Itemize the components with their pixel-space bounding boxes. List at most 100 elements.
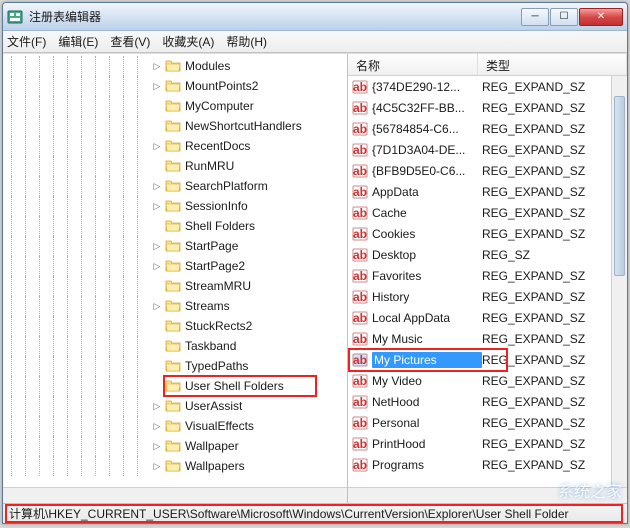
svg-text:ab: ab [353, 164, 367, 178]
value-type: REG_EXPAND_SZ [482, 416, 611, 430]
folder-icon [165, 459, 181, 473]
tree-item[interactable]: StreamMRU [11, 276, 347, 296]
values-list[interactable]: ab{374DE290-12...REG_EXPAND_SZab{4C5C32F… [348, 76, 611, 487]
menu-view[interactable]: 查看(V) [110, 33, 150, 50]
expand-icon[interactable]: ▷ [151, 300, 163, 312]
expand-icon[interactable]: ▷ [151, 260, 163, 272]
svg-text:ab: ab [353, 185, 367, 199]
value-row[interactable]: abPrintHoodREG_EXPAND_SZ [348, 433, 611, 454]
svg-text:ab: ab [353, 437, 367, 451]
menu-file[interactable]: 文件(F) [7, 33, 46, 50]
menu-help[interactable]: 帮助(H) [226, 33, 267, 50]
value-type: REG_EXPAND_SZ [482, 290, 611, 304]
expand-icon[interactable] [151, 360, 163, 372]
tree-item[interactable]: TypedPaths [11, 356, 347, 376]
value-row[interactable]: abFavoritesREG_EXPAND_SZ [348, 265, 611, 286]
status-path: 计算机\HKEY_CURRENT_USER\Software\Microsoft… [9, 505, 569, 522]
expand-icon[interactable] [151, 220, 163, 232]
value-row[interactable]: ab{56784854-C6...REG_EXPAND_SZ [348, 118, 611, 139]
tree-item[interactable]: Shell Folders [11, 216, 347, 236]
tree-item[interactable]: Taskband [11, 336, 347, 356]
expand-icon[interactable] [151, 380, 163, 392]
tree-item[interactable]: ▷VisualEffects [11, 416, 347, 436]
expand-icon[interactable]: ▷ [151, 60, 163, 72]
main-area: ▷Modules▷MountPoints2MyComputerNewShortc… [3, 53, 627, 503]
value-row[interactable]: abNetHoodREG_EXPAND_SZ [348, 391, 611, 412]
tree-item[interactable]: NewShortcutHandlers [11, 116, 347, 136]
registry-tree: ▷Modules▷MountPoints2MyComputerNewShortc… [3, 54, 347, 478]
expand-icon[interactable] [151, 100, 163, 112]
maximize-button[interactable]: ☐ [550, 8, 578, 26]
value-name: {374DE290-12... [372, 80, 482, 94]
value-row[interactable]: abCookiesREG_EXPAND_SZ [348, 223, 611, 244]
tree-item-label: StreamMRU [185, 279, 251, 293]
value-row[interactable]: ab{374DE290-12...REG_EXPAND_SZ [348, 76, 611, 97]
folder-icon [165, 279, 181, 293]
value-row[interactable]: abHistoryREG_EXPAND_SZ [348, 286, 611, 307]
tree-item[interactable]: ▷UserAssist [11, 396, 347, 416]
column-header-name[interactable]: 名称 [348, 54, 478, 75]
tree-item[interactable]: ▷SessionInfo [11, 196, 347, 216]
tree-item[interactable]: ▷Wallpaper [11, 436, 347, 456]
expand-icon[interactable]: ▷ [151, 240, 163, 252]
expand-icon[interactable]: ▷ [151, 180, 163, 192]
value-row[interactable]: abLocal AppDataREG_EXPAND_SZ [348, 307, 611, 328]
expand-icon[interactable] [151, 280, 163, 292]
tree-item-label: User Shell Folders [185, 379, 284, 393]
tree-item[interactable]: ▷StartPage2 [11, 256, 347, 276]
expand-icon[interactable] [151, 120, 163, 132]
value-name: Cookies [372, 227, 482, 241]
expand-icon[interactable] [151, 340, 163, 352]
value-type: REG_EXPAND_SZ [482, 143, 611, 157]
list-horizontal-scrollbar[interactable] [348, 487, 627, 503]
tree-item[interactable]: ▷StartPage [11, 236, 347, 256]
expand-icon[interactable]: ▷ [151, 200, 163, 212]
string-value-icon: ab [352, 457, 368, 473]
value-row[interactable]: abPersonalREG_EXPAND_SZ [348, 412, 611, 433]
value-type: REG_EXPAND_SZ [482, 269, 611, 283]
column-header-type[interactable]: 类型 [478, 54, 627, 75]
tree-item[interactable]: ▷Modules [11, 56, 347, 76]
tree-horizontal-scrollbar[interactable] [3, 487, 347, 503]
value-row[interactable]: ab{4C5C32FF-BB...REG_EXPAND_SZ [348, 97, 611, 118]
value-type: REG_EXPAND_SZ [482, 122, 611, 136]
expand-icon[interactable]: ▷ [151, 420, 163, 432]
tree-item[interactable]: ▷SearchPlatform [11, 176, 347, 196]
string-value-icon: ab [352, 415, 368, 431]
menu-favorites[interactable]: 收藏夹(A) [162, 33, 214, 50]
value-row[interactable]: abMy VideoREG_EXPAND_SZ [348, 370, 611, 391]
scrollbar-thumb[interactable] [614, 96, 625, 276]
expand-icon[interactable]: ▷ [151, 400, 163, 412]
expand-icon[interactable]: ▷ [151, 460, 163, 472]
value-row[interactable]: abProgramsREG_EXPAND_SZ [348, 454, 611, 475]
close-button[interactable]: ✕ [579, 8, 623, 26]
tree-item[interactable]: ▷MountPoints2 [11, 76, 347, 96]
titlebar[interactable]: 注册表编辑器 ─ ☐ ✕ [3, 3, 627, 31]
value-row[interactable]: abAppDataREG_EXPAND_SZ [348, 181, 611, 202]
minimize-button[interactable]: ─ [521, 8, 549, 26]
folder-icon [165, 399, 181, 413]
value-row[interactable]: abDesktopREG_SZ [348, 244, 611, 265]
list-vertical-scrollbar[interactable] [611, 76, 627, 487]
expand-icon[interactable]: ▷ [151, 80, 163, 92]
folder-icon [165, 359, 181, 373]
tree-item[interactable]: ▷Wallpapers [11, 456, 347, 476]
value-row[interactable]: ab{7D1D3A04-DE...REG_EXPAND_SZ [348, 139, 611, 160]
value-row[interactable]: abMy MusicREG_EXPAND_SZ [348, 328, 611, 349]
value-type: REG_EXPAND_SZ [482, 227, 611, 241]
menu-edit[interactable]: 编辑(E) [58, 33, 98, 50]
tree-item[interactable]: RunMRU [11, 156, 347, 176]
tree-item[interactable]: MyComputer [11, 96, 347, 116]
expand-icon[interactable]: ▷ [151, 440, 163, 452]
tree-item[interactable]: StuckRects2 [11, 316, 347, 336]
value-row[interactable]: abMy PicturesREG_EXPAND_SZ [348, 349, 611, 370]
tree-item[interactable]: ▷RecentDocs [11, 136, 347, 156]
expand-icon[interactable]: ▷ [151, 140, 163, 152]
tree-item[interactable]: ▷Streams [11, 296, 347, 316]
value-row[interactable]: abCacheREG_EXPAND_SZ [348, 202, 611, 223]
value-row[interactable]: ab{BFB9D5E0-C6...REG_EXPAND_SZ [348, 160, 611, 181]
tree-scroll[interactable]: ▷Modules▷MountPoints2MyComputerNewShortc… [3, 54, 347, 487]
expand-icon[interactable] [151, 320, 163, 332]
expand-icon[interactable] [151, 160, 163, 172]
tree-item[interactable]: User Shell Folders [11, 376, 347, 396]
